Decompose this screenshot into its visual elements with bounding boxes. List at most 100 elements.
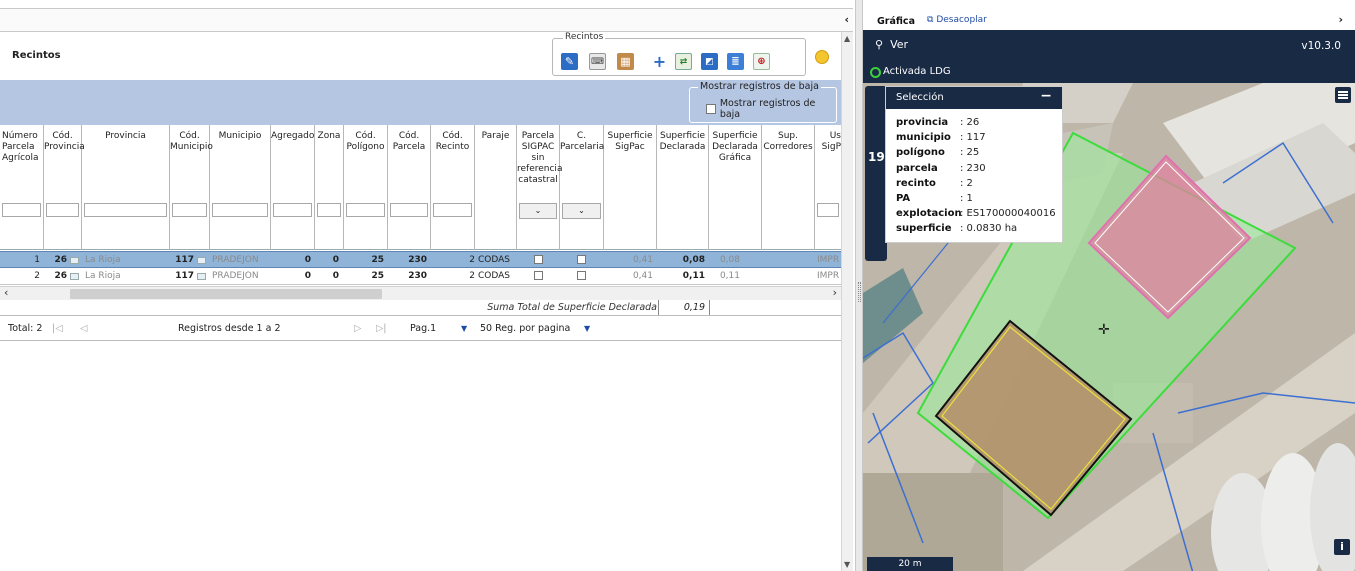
col-provincia[interactable]: Provincia (82, 125, 170, 250)
horizontal-scrollbar[interactable]: ‹ › (0, 286, 841, 300)
cell-parcelaria-checkbox[interactable] (577, 255, 586, 264)
col-cod-provincia[interactable]: Cód. Provincia (44, 125, 85, 250)
baja-checkbox[interactable]: Mostrar registros de baja (706, 98, 836, 120)
table-row[interactable]: 2 26 La Rioja 117 PRADEJON 0 0 25 230 2 … (0, 268, 841, 285)
col-uso-sigpac[interactable]: Us SigP (815, 125, 841, 250)
recintos-panel: ‹ Recintos Recintos ✎ ⌨ ▦ + ⇄ ◩ ≣ ⊕ Most… (0, 0, 860, 571)
filter-input[interactable] (433, 203, 472, 217)
filter-input[interactable] (84, 203, 167, 217)
cell-zona: 0 (332, 255, 339, 265)
filter-input[interactable] (390, 203, 428, 217)
page-select[interactable]: Pag.1 (410, 323, 436, 334)
per-page-select[interactable]: 50 Reg. por pagina (480, 323, 570, 334)
cell-num: 1 (34, 255, 40, 265)
col-cod-parcela[interactable]: Cód. Parcela (388, 125, 431, 250)
page-caret-icon[interactable]: ▼ (461, 324, 467, 333)
split-icon[interactable]: ⇄ (675, 53, 692, 70)
list-item: explotacion: ES170000040016 (896, 206, 1056, 221)
map-icon[interactable]: ▦ (617, 53, 634, 70)
scroll-right-icon[interactable]: › (833, 286, 837, 299)
select-dropdown[interactable]: ⌄ (519, 203, 557, 219)
filter-input[interactable] (346, 203, 385, 217)
vertical-scrollbar[interactable]: ▲ ▼ (841, 32, 853, 571)
cell-agr: 0 (304, 255, 311, 265)
ver-label: Ver (890, 38, 909, 51)
col-zona[interactable]: Zona (315, 125, 344, 250)
zoom-icon[interactable]: ⊕ (753, 53, 770, 70)
cell-prov: La Rioja (85, 271, 121, 281)
col-sup-corredores[interactable]: Sup. Corredores (762, 125, 815, 250)
col-sup-declarada[interactable]: Superficie Declarada (657, 125, 709, 250)
col-paraje[interactable]: Paraje (475, 125, 517, 250)
sum-label: Suma Total de Superficie Declarada (487, 302, 657, 313)
table-icon (70, 273, 79, 280)
filter-input[interactable] (46, 203, 79, 217)
scale-bar: 20 m (867, 557, 953, 571)
cell-sigpac-checkbox[interactable] (534, 271, 543, 280)
sum-row: Suma Total de Superficie Declarada 0,19 (0, 300, 841, 316)
info-icon[interactable]: i (1334, 539, 1350, 555)
prev-page-icon[interactable]: ◁ (80, 323, 87, 334)
ldg-status[interactable]: Activada LDG (863, 62, 1355, 83)
col-parcela-sigpac[interactable]: Parcela SIGPAC sin referencia catastral ⌄ (517, 125, 562, 250)
filter-input[interactable] (817, 203, 839, 217)
selection-count-badge[interactable]: 19 (865, 86, 887, 261)
minimize-button[interactable]: − (1040, 88, 1052, 104)
list-item: PA: 1 (896, 191, 1056, 206)
detach-link[interactable]: ⧉ Desacoplar (927, 15, 987, 25)
col-cod-poligono[interactable]: Cód. Polígono (344, 125, 388, 250)
scroll-down-icon[interactable]: ▼ (844, 560, 850, 569)
next-page-icon[interactable]: ▷ (354, 323, 361, 334)
map-toolbar: ⚲ Ver v10.3.0 (863, 30, 1355, 62)
cell-decl: 0,11 (682, 271, 705, 281)
list-icon[interactable]: ≣ (727, 53, 744, 70)
attr-value: : 230 (960, 162, 986, 174)
add-icon[interactable]: + (651, 52, 668, 71)
cell-par: 230 (408, 271, 427, 281)
hamburger-icon[interactable] (1335, 87, 1351, 103)
col-numero[interactable]: Número Parcela Agrícola (0, 125, 44, 250)
first-page-icon[interactable]: |◁ (52, 323, 63, 334)
checkbox-box[interactable] (706, 104, 716, 114)
map-canvas[interactable]: ✛ 19 Selección − provincia: 26 municipio… (863, 83, 1355, 571)
attr-key: parcela (896, 162, 938, 174)
cell-parcelaria-checkbox[interactable] (577, 271, 586, 280)
col-sup-sigpac[interactable]: Superficie SigPac (604, 125, 657, 250)
filter-input[interactable] (273, 203, 312, 217)
col-c-parcelaria[interactable]: C. Parcelaria ⌄ (560, 125, 604, 250)
scroll-left-icon[interactable]: ‹ (4, 286, 8, 299)
scroll-up-icon[interactable]: ▲ (844, 34, 850, 43)
attr-key: municipio (896, 132, 951, 144)
panel-splitter[interactable] (855, 0, 863, 571)
filter-input[interactable] (317, 203, 341, 217)
tab-grafica[interactable]: Gráfica (877, 16, 915, 27)
attr-key: explotacion (896, 208, 962, 220)
per-page-caret-icon[interactable]: ▼ (584, 324, 590, 333)
col-sup-grafica[interactable]: Superficie Declarada Gráfica (709, 125, 762, 250)
select-dropdown[interactable]: ⌄ (562, 203, 601, 219)
collapse-left-button[interactable]: ‹ (844, 13, 849, 26)
cell-num: 2 (34, 271, 40, 281)
cell-sigpac-checkbox[interactable] (534, 255, 543, 264)
splitter-grip-icon[interactable] (858, 282, 861, 302)
list-item: polígono: 25 (896, 145, 1056, 160)
filter-input[interactable] (172, 203, 207, 217)
col-municipio[interactable]: Municipio (210, 125, 271, 250)
filter-input[interactable] (2, 203, 41, 217)
col-cod-municipio[interactable]: Cód. Municipio (170, 125, 213, 250)
scroll-thumb[interactable] (70, 289, 382, 299)
cell-par: 230 (408, 255, 427, 265)
last-page-icon[interactable]: ▷| (376, 323, 387, 334)
filter-input[interactable] (212, 203, 268, 217)
edit-icon[interactable]: ✎ (561, 53, 578, 70)
gold-circle-icon[interactable] (815, 50, 829, 64)
ver-button[interactable]: ⚲ Ver (875, 38, 908, 51)
draw-icon[interactable]: ◩ (701, 53, 718, 70)
col-label: Superficie Declarada Gráfica (712, 131, 758, 163)
col-agregado[interactable]: Agregado (271, 125, 315, 250)
table-row[interactable]: 1 26 La Rioja 117 PRADEJON 0 0 25 230 2 … (0, 251, 841, 268)
expand-right-button[interactable]: › (1338, 13, 1343, 26)
detach-icon: ⧉ (927, 15, 934, 25)
col-cod-recinto[interactable]: Cód. Recinto (431, 125, 475, 250)
keyboard-icon[interactable]: ⌨ (589, 53, 606, 70)
